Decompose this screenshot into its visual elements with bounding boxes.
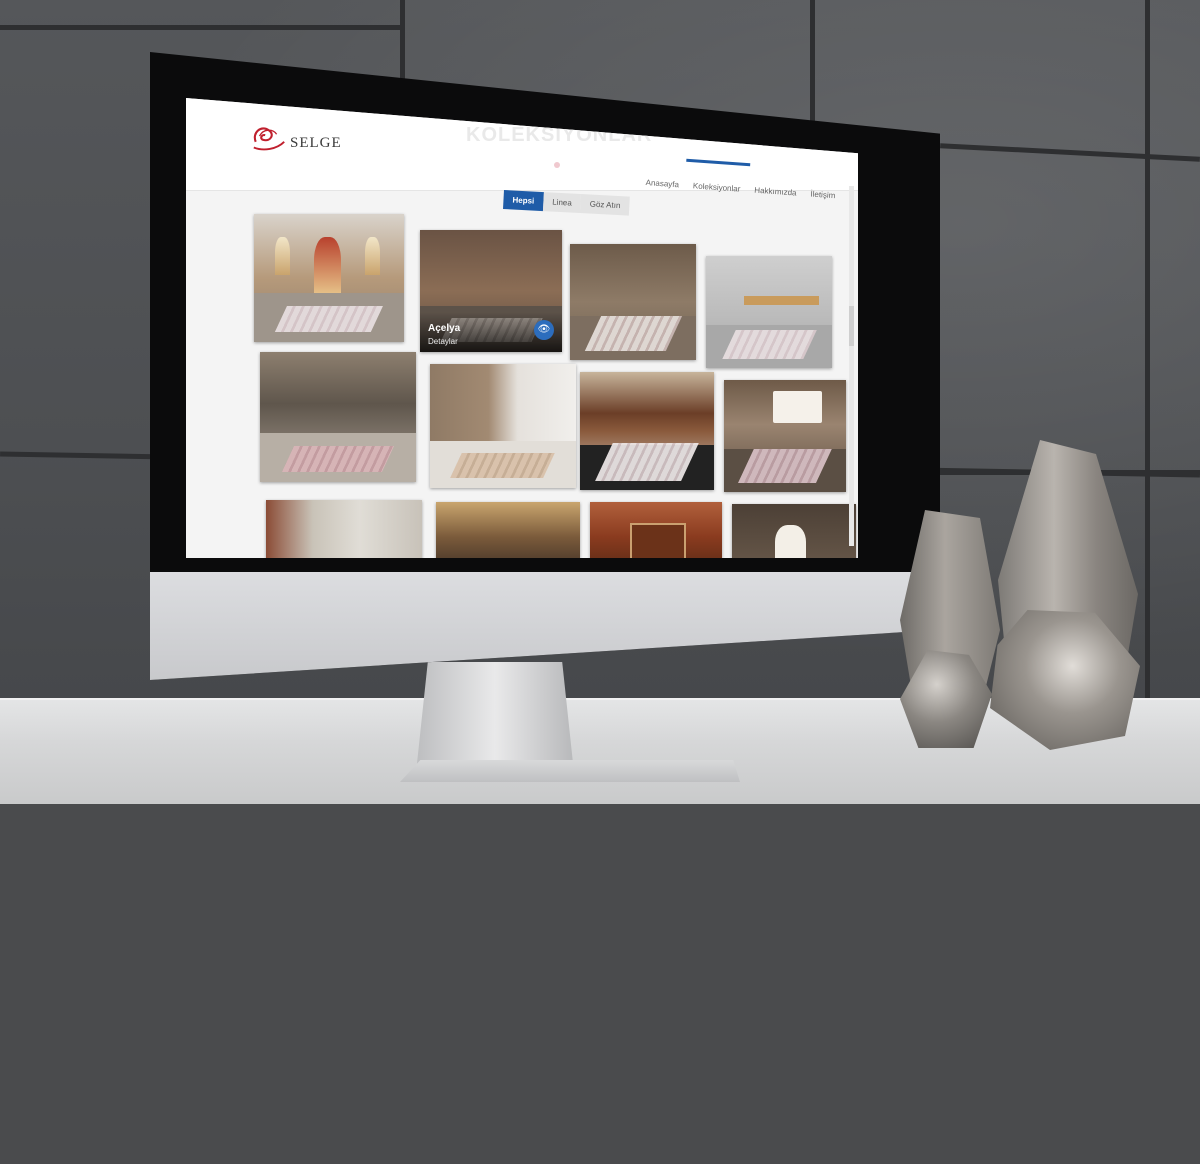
title-decoration [554,162,560,168]
nav-item-koleksiyonlar[interactable]: Koleksiyonlar [693,181,741,193]
filter-tabs: Hepsi Linea Göz Atın [503,190,630,216]
gallery-item[interactable] [580,372,714,490]
nav-item-hakkimizda[interactable]: Hakkımızda [754,186,797,198]
card-title: Açelya [428,323,461,334]
page-scrollbar[interactable] [849,186,854,546]
gallery-item[interactable] [590,502,722,558]
card-details-link[interactable]: Detaylar [428,337,458,346]
gallery-item[interactable] [724,380,846,492]
gallery-item[interactable] [260,352,416,482]
eye-icon[interactable]: 👁 [534,320,554,340]
nav-item-iletisim[interactable]: İletişim [810,190,835,201]
gallery-item-acelya[interactable]: Açelya Detaylar 👁 [420,230,562,352]
website-screen: SELGE KOLEKSİYONLAR Anasayfa Koleksiyonl… [186,98,858,558]
gallery-item[interactable] [732,504,856,558]
scrollbar-thumb[interactable] [849,306,854,346]
gallery-item[interactable] [430,364,576,488]
filter-hepsi[interactable]: Hepsi [503,190,544,212]
gallery-item[interactable] [570,244,696,360]
gallery-item[interactable] [266,500,422,558]
filter-goz-atin[interactable]: Göz Atın [580,194,630,216]
wall-seam [0,25,400,30]
logo-text: SELGE [290,134,342,151]
monitor-stand-base [400,760,740,782]
filter-linea[interactable]: Linea [542,192,582,214]
swan-logo-icon [253,127,285,151]
gallery-item[interactable] [436,502,580,558]
wall-seam [1145,0,1150,720]
gallery-item[interactable] [254,214,404,342]
gallery-item[interactable] [706,256,832,368]
wall-seam [400,0,405,90]
site-logo[interactable]: SELGE [250,118,360,158]
apple-logo-icon [584,1120,624,1164]
